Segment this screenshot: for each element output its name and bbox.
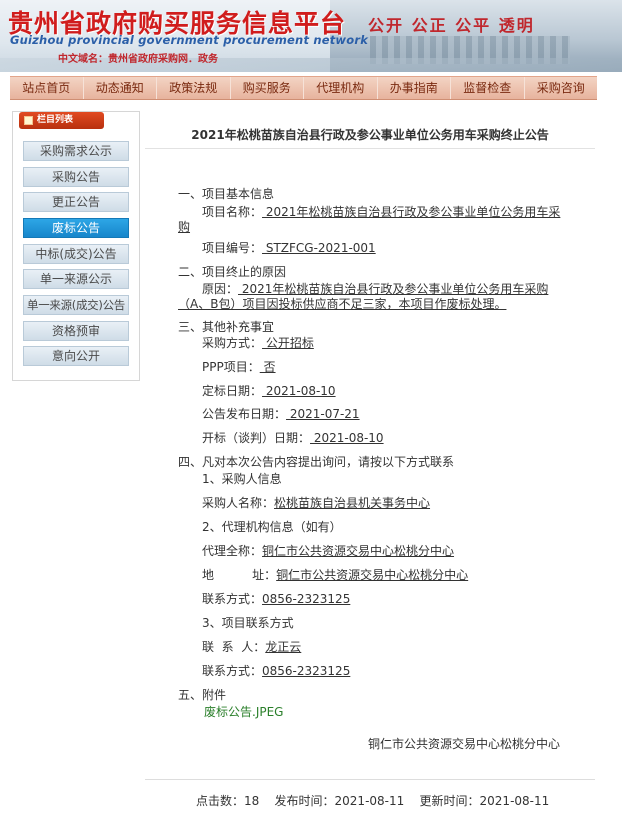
signature: 铜仁市公共资源交易中心松桃分中心 [368,737,561,751]
decide-date-label: 定标日期： [202,384,263,398]
sidebar-item-termination[interactable]: 废标公告 [23,218,129,238]
contact-phone-label: 联系方式： [202,664,263,678]
ppp-row: PPP项目： 否 [202,358,276,375]
sidebar: 栏目列表 采购需求公示 采购公告 更正公告 废标公告 中标(成交)公告 单一来源… [12,111,140,381]
agent-heading: 2、代理机构信息（如有） [202,520,342,534]
project-no-value: STZFCG-2021-001 [262,241,376,255]
reason-value-cont: （A、B包）项目因投标供应商不足三家，本项目作废标处理。 [178,297,507,311]
footer-meta: 点击数：18 发布时间：2021-08-11 更新时间：2021-08-11 [196,794,550,808]
nav-guide[interactable]: 办事指南 [378,77,451,99]
method-label: 采购方式： [202,336,263,350]
publish-date-row: 公告发布日期： 2021-07-21 [202,405,360,422]
title-divider [145,148,595,149]
list-icon [24,116,33,125]
project-name-label: 项目名称： [202,205,263,219]
agent-name-value: 铜仁市公共资源交易中心松桃分中心 [262,544,455,558]
nav-notices[interactable]: 动态通知 [84,77,157,99]
decide-date-row: 定标日期： 2021-08-10 [202,382,336,399]
buyer-heading: 1、采购人信息 [202,472,282,486]
nav-supervision[interactable]: 监督检查 [451,77,525,99]
sidebar-item-demand[interactable]: 采购需求公示 [23,141,129,161]
agent-name-label: 代理全称： [202,544,263,558]
contact-person-value: 龙正云 [265,640,302,654]
agent-name-row: 代理全称：铜仁市公共资源交易中心松桃分中心 [202,542,454,559]
reason-value: 2021年松桃苗族自治县行政及参公事业单位公务用车采购 [238,282,549,296]
publish-date-label: 公告发布日期： [202,407,287,421]
decide-date-value: 2021-08-10 [262,384,336,398]
agent-address-row: 地 址：铜仁市公共资源交易中心松桃分中心 [202,566,468,583]
agent-address-label: 地 址： [202,568,277,582]
slogan: 公开 公正 公平 透明 [368,16,535,35]
open-date-value: 2021-08-10 [310,431,384,445]
section-1-heading: 一、项目基本信息 [178,187,275,201]
reason-label: 原因： [202,282,239,296]
contact-heading: 3、项目联系方式 [202,616,294,630]
method-row: 采购方式： 公开招标 [202,334,314,351]
agent-phone-label: 联系方式： [202,592,263,606]
header-banner: 贵州省政府购买服务信息平台 Guizhou provincial governm… [0,0,622,72]
sidebar-heading-label: 栏目列表 [37,115,74,125]
buyer-name-value: 松桃苗族自治县机关事务中心 [274,496,431,510]
method-value: 公开招标 [262,336,314,350]
domain-text: 中文域名：贵州省政府采购网．政务 [58,54,218,65]
nav-home[interactable]: 站点首页 [10,77,84,99]
project-no-label: 项目编号： [202,241,263,255]
footer-divider [145,779,595,780]
buyer-name-row: 采购人名称：松桃苗族自治县机关事务中心 [202,494,430,511]
sidebar-item-intent[interactable]: 意向公开 [23,346,129,366]
agent-phone-row: 联系方式：0856-2323125 [202,590,350,607]
project-name-value: 2021年松桃苗族自治县行政及参公事业单位公务用车采 [262,205,561,219]
contact-phone-value: 0856-2323125 [262,664,351,678]
sidebar-item-single-source-award[interactable]: 单一来源(成交)公告 [23,295,129,315]
agent-phone-value: 0856-2323125 [262,592,351,606]
nav-policies[interactable]: 政策法规 [157,77,231,99]
sidebar-heading: 栏目列表 [19,112,104,129]
section-5-heading: 五、附件 [178,688,227,702]
open-date-label: 开标（谈判）日期： [202,431,311,445]
ppp-value: 否 [259,360,276,374]
project-name-row: 项目名称： 2021年松桃苗族自治县行政及参公事业单位公务用车采 [202,203,560,220]
project-no-row: 项目编号： STZFCG-2021-001 [202,239,376,256]
nav-purchase-services[interactable]: 购买服务 [231,77,304,99]
section-4-heading: 四、凡对本次公告内容提出询问，请按以下方式联系 [178,455,455,469]
ppp-label: PPP项目： [202,360,260,374]
section-2-heading: 二、项目终止的原因 [178,265,287,279]
project-name-value-cont: 购 [178,220,191,234]
sidebar-item-procurement[interactable]: 采购公告 [23,167,129,187]
site-title-english: Guizhou provincial government procuremen… [10,33,369,47]
section-3-heading: 三、其他补充事宜 [178,320,275,334]
sidebar-item-award[interactable]: 中标(成交)公告 [23,244,129,264]
sidebar-item-prequalification[interactable]: 资格预审 [23,321,129,341]
contact-phone-row: 联系方式：0856-2323125 [202,662,350,679]
publish-date-value: 2021-07-21 [286,407,360,421]
nav-consult[interactable]: 采购咨询 [525,77,598,99]
agent-address-value: 铜仁市公共资源交易中心松桃分中心 [276,568,469,582]
buyer-name-label: 采购人名称： [202,496,275,510]
attachment-link[interactable]: 废标公告.JPEG [204,703,283,720]
open-date-row: 开标（谈判）日期： 2021-08-10 [202,429,384,446]
sidebar-item-single-source[interactable]: 单一来源公示 [23,269,129,289]
page-title: 2021年松桃苗族自治县行政及参公事业单位公务用车采购终止公告 [191,128,549,142]
contact-person-row: 联 系 人：龙正云 [202,638,301,655]
sidebar-item-correction[interactable]: 更正公告 [23,192,129,212]
contact-person-label: 联 系 人： [202,640,266,654]
main-nav: 站点首页 动态通知 政策法规 购买服务 代理机构 办事指南 监督检查 采购咨询 [10,76,597,100]
nav-agencies[interactable]: 代理机构 [304,77,378,99]
